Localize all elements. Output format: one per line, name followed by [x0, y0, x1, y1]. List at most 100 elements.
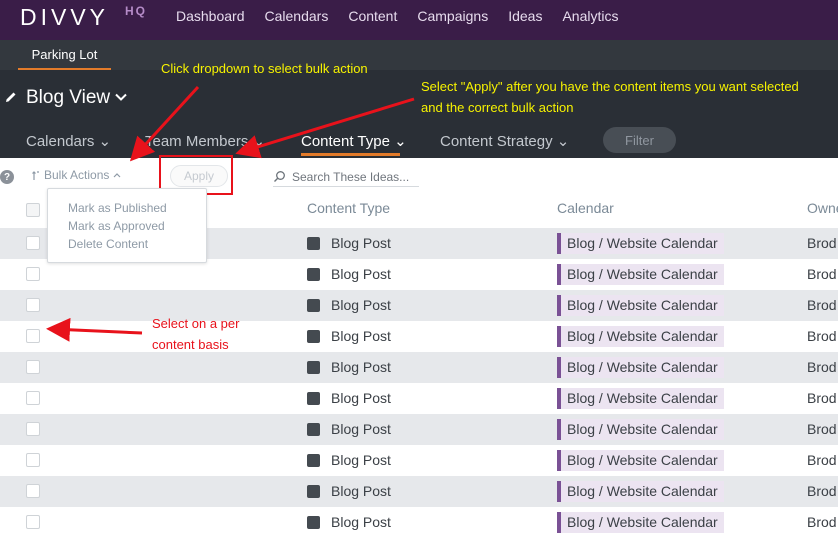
view-title[interactable]: Blog View [26, 87, 110, 109]
nav-menu: Dashboard Calendars Content Campaigns Id… [176, 8, 638, 24]
content-type-cell: Blog Post [331, 452, 391, 468]
row-checkbox[interactable] [26, 360, 40, 374]
row-checkbox[interactable] [26, 484, 40, 498]
search-box [273, 167, 419, 187]
calendar-tag[interactable]: Blog / Website Calendar [557, 357, 724, 378]
column-calendar[interactable]: Calendar [557, 200, 614, 216]
bulk-actions-dropdown[interactable]: Bulk Actions [32, 168, 122, 182]
content-type-cell: Blog Post [331, 297, 391, 313]
calendar-tag[interactable]: Blog / Website Calendar [557, 481, 724, 502]
calendar-tag[interactable]: Blog / Website Calendar [557, 233, 724, 254]
owner-cell: Brod [807, 266, 837, 282]
content-type-cell: Blog Post [331, 328, 391, 344]
owner-cell: Brod [807, 452, 837, 468]
content-type-cell: Blog Post [331, 483, 391, 499]
chevron-down-icon: ⌄ [389, 133, 407, 150]
filter-calendars[interactable]: Calendars ⌄ [26, 132, 111, 150]
nav-content[interactable]: Content [348, 8, 397, 24]
bulk-actions-menu: Mark as Published Mark as Approved Delet… [47, 188, 207, 263]
filter-button[interactable]: Filter [603, 127, 676, 153]
table-row: Blog Post Blog / Website Calendar Brod [0, 507, 838, 538]
annotation-apply-hint-line2: and the correct bulk action [421, 100, 574, 115]
rss-icon [307, 516, 320, 529]
rss-icon [307, 423, 320, 436]
owner-cell: Brod [807, 421, 837, 437]
rss-icon [307, 268, 320, 281]
annotation-select-hint-line1: Select on a per [152, 316, 240, 331]
filter-team-members[interactable]: Team Members ⌄ [145, 132, 265, 150]
row-checkbox[interactable] [26, 391, 40, 405]
owner-cell: Brod [807, 235, 837, 251]
top-nav: DIVVY HQ Dashboard Calendars Content Cam… [0, 0, 838, 40]
chevron-down-icon[interactable] [114, 90, 128, 104]
content-type-cell: Blog Post [331, 235, 391, 251]
rss-icon [307, 392, 320, 405]
table-row: Blog Post Blog / Website Calendar Brod [0, 383, 838, 414]
calendar-tag[interactable]: Blog / Website Calendar [557, 388, 724, 409]
filter-content-type[interactable]: Content Type ⌄ [301, 132, 407, 150]
calendar-tag[interactable]: Blog / Website Calendar [557, 326, 724, 347]
nav-dashboard[interactable]: Dashboard [176, 8, 245, 24]
table-row: Blog Post Blog / Website Calendar Brod [0, 259, 838, 290]
select-all-checkbox[interactable] [26, 203, 40, 217]
nav-ideas[interactable]: Ideas [508, 8, 542, 24]
annotation-select-hint-line2: content basis [152, 337, 229, 352]
content-type-cell: Blog Post [331, 359, 391, 375]
calendar-tag[interactable]: Blog / Website Calendar [557, 450, 724, 471]
menu-item-mark-published[interactable]: Mark as Published [48, 199, 206, 217]
owner-cell: Brod [807, 328, 837, 344]
calendar-tag[interactable]: Blog / Website Calendar [557, 419, 724, 440]
content-type-cell: Blog Post [331, 514, 391, 530]
help-icon[interactable]: ? [0, 170, 14, 184]
row-checkbox[interactable] [26, 267, 40, 281]
row-checkbox[interactable] [26, 453, 40, 467]
column-content-type[interactable]: Content Type [307, 200, 390, 216]
chevron-down-icon: ⌄ [94, 133, 112, 150]
menu-item-delete-content[interactable]: Delete Content [48, 235, 206, 253]
pencil-icon[interactable] [4, 90, 18, 104]
rss-icon [307, 330, 320, 343]
column-owner[interactable]: Owne [807, 200, 838, 216]
nav-calendars[interactable]: Calendars [265, 8, 329, 24]
owner-cell: Brod [807, 483, 837, 499]
row-checkbox[interactable] [26, 515, 40, 529]
table-row: Blog Post Blog / Website Calendar Brod [0, 321, 838, 352]
table-row: Blog Post Blog / Website Calendar Brod [0, 445, 838, 476]
search-icon [274, 171, 285, 182]
rss-icon [307, 237, 320, 250]
content-type-cell: Blog Post [331, 390, 391, 406]
chevron-down-icon: ⌄ [552, 133, 570, 150]
active-filter-indicator [301, 153, 400, 156]
bulk-actions-label: Bulk Actions [44, 168, 110, 182]
rss-icon [307, 454, 320, 467]
tab-parking-lot[interactable]: Parking Lot [18, 40, 111, 70]
nav-analytics[interactable]: Analytics [562, 8, 618, 24]
logo[interactable]: DIVVY [20, 4, 109, 31]
owner-cell: Brod [807, 297, 837, 313]
owner-cell: Brod [807, 390, 837, 406]
table-row: Blog Post Blog / Website Calendar Brod [0, 290, 838, 321]
calendar-tag[interactable]: Blog / Website Calendar [557, 264, 724, 285]
row-checkbox[interactable] [26, 298, 40, 312]
owner-cell: Brod [807, 514, 837, 530]
menu-item-mark-approved[interactable]: Mark as Approved [48, 217, 206, 235]
rss-icon [307, 485, 320, 498]
filter-content-strategy[interactable]: Content Strategy ⌄ [440, 132, 569, 150]
row-checkbox[interactable] [26, 236, 40, 250]
calendar-tag[interactable]: Blog / Website Calendar [557, 295, 724, 316]
row-checkbox[interactable] [26, 329, 40, 343]
sort-icon [32, 171, 39, 180]
owner-cell: Brod [807, 359, 837, 375]
calendar-tag[interactable]: Blog / Website Calendar [557, 512, 724, 533]
rss-icon [307, 299, 320, 312]
nav-campaigns[interactable]: Campaigns [417, 8, 488, 24]
chevron-down-icon: ⌄ [248, 133, 266, 150]
sub-nav: Parking Lot [0, 40, 838, 70]
table-row: Blog Post Blog / Website Calendar Brod [0, 476, 838, 507]
content-type-cell: Blog Post [331, 266, 391, 282]
row-checkbox[interactable] [26, 422, 40, 436]
search-input[interactable] [292, 168, 418, 186]
app-root: DIVVY HQ Dashboard Calendars Content Cam… [0, 0, 838, 543]
chevron-up-icon [113, 173, 121, 178]
annotation-dropdown-hint: Click dropdown to select bulk action [161, 61, 368, 76]
